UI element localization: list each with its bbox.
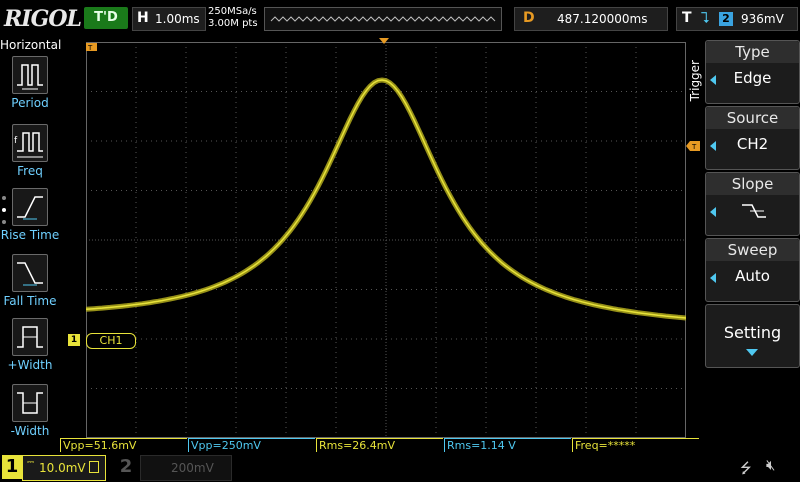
menu-item-neg-width[interactable]: -Width <box>0 384 60 450</box>
trigger-slope-button[interactable]: Slope <box>705 172 800 236</box>
menu-item-label: -Width <box>10 424 50 438</box>
delay-value: 487.120000ms <box>557 12 648 26</box>
measurement-item[interactable]: Rms=1.14 V <box>444 438 571 452</box>
timebase-display[interactable]: H 1.00ms <box>132 7 206 31</box>
menu-item-label: Rise Time <box>0 228 60 242</box>
timebase-value: 1.00ms <box>155 12 200 26</box>
menu-title: Horizontal <box>0 38 62 52</box>
trigger-label: T <box>682 10 692 26</box>
ch2-number[interactable]: 2 <box>116 455 136 479</box>
ch1-number[interactable]: 1 <box>2 455 22 479</box>
menu-item-label: +Width <box>7 358 53 372</box>
fall-time-icon <box>12 254 48 292</box>
svg-text:T: T <box>691 143 697 151</box>
measurement-item[interactable]: Vpp=250mV <box>188 438 315 452</box>
measurement-item[interactable]: Vpp=51.6mV <box>60 438 187 452</box>
ch1-scale-display[interactable]: ⎓ 10.0mV <box>22 455 106 481</box>
acquisition-info: 250MSa/s 3.00M pts <box>208 6 258 30</box>
menu-item-rise-time[interactable]: Rise Time <box>0 188 60 254</box>
menu-page-indicator <box>2 196 6 232</box>
memory-depth: 3.00M pts <box>208 18 258 29</box>
ch2-scale-value: 200mV <box>171 461 214 475</box>
delay-label: D <box>523 10 535 26</box>
ch1-label-tag: CH1 <box>86 333 136 349</box>
ch1-scale-value: 10.0mV <box>39 461 86 475</box>
memory-overview-bar[interactable] <box>264 7 502 31</box>
trigger-setting-button[interactable]: Setting <box>705 304 800 368</box>
button-head: Source <box>706 107 799 129</box>
measurement-item[interactable]: Rms=26.4mV <box>316 438 443 452</box>
dc-coupling-icon: ⎓ <box>27 458 35 468</box>
rise-time-icon <box>12 188 48 226</box>
trigger-level-marker[interactable]: T <box>686 141 700 151</box>
graticule <box>86 42 686 438</box>
brand-logo: RIGOL <box>4 6 82 32</box>
menu-item-label: Freq <box>17 164 43 178</box>
trigger-display[interactable]: T ⮧ 2 936mV <box>676 7 798 31</box>
pos-width-icon <box>12 318 48 356</box>
timebase-label: H <box>137 10 149 26</box>
measurement-bar: Vpp=51.6mV Vpp=250mV Rms=26.4mV Rms=1.14… <box>60 438 700 452</box>
chevron-down-icon <box>746 349 758 356</box>
delay-display[interactable]: D 487.120000ms <box>514 7 668 31</box>
waveform-display[interactable] <box>86 42 686 438</box>
trigger-source-badge: 2 <box>719 12 733 26</box>
trigger-position-arrow <box>379 38 389 44</box>
ch1-ground-marker[interactable]: 1 <box>68 334 80 346</box>
menu-item-period[interactable]: Period <box>0 56 60 122</box>
falling-slope-icon <box>706 199 799 227</box>
measurement-item[interactable]: Freq=***** <box>572 438 699 452</box>
button-head: Type <box>706 41 799 63</box>
trigger-type-button[interactable]: Type Edge <box>705 40 800 104</box>
menu-item-label: Fall Time <box>3 294 57 308</box>
button-value: CH2 <box>736 135 769 153</box>
button-value: Auto <box>735 267 770 285</box>
button-value: Edge <box>733 69 772 87</box>
trigger-menu-title: Trigger <box>688 60 702 102</box>
neg-width-icon <box>12 384 48 422</box>
freq-icon: f <box>12 124 48 162</box>
menu-item-fall-time[interactable]: Fall Time <box>0 254 60 320</box>
period-icon <box>12 56 48 94</box>
ch2-scale-display[interactable]: 200mV <box>140 455 232 481</box>
svg-text:f: f <box>14 136 18 146</box>
trigger-menu: Type Edge Source CH2 Slope Sweep Auto Se… <box>705 38 800 438</box>
speaker-muted-icon[interactable]: 🔇︎ <box>766 456 775 474</box>
memory-waveform-preview <box>270 16 496 22</box>
trigger-level: 936mV <box>741 12 784 26</box>
trigger-sweep-button[interactable]: Sweep Auto <box>705 238 800 302</box>
menu-item-freq[interactable]: f Freq <box>0 124 60 190</box>
button-head: Slope <box>706 173 799 195</box>
button-head: Sweep <box>706 239 799 261</box>
menu-item-pos-width[interactable]: +Width <box>0 318 60 384</box>
falling-edge-icon: ⮧ <box>701 9 710 27</box>
horizontal-measure-menu: Horizontal Period f Freq Rise Time Fall … <box>0 38 62 438</box>
trigger-source-button[interactable]: Source CH2 <box>705 106 800 170</box>
menu-item-label: Period <box>11 96 49 110</box>
usb-icon: ⭍ <box>740 461 752 477</box>
trigger-time-marker: T <box>86 43 97 52</box>
button-value: Setting <box>723 323 782 342</box>
sample-rate: 250MSa/s <box>208 6 257 17</box>
run-status-badge[interactable]: T'D <box>84 7 128 29</box>
svg-text:T: T <box>87 44 93 52</box>
ch1-impedance-icon <box>89 461 99 473</box>
